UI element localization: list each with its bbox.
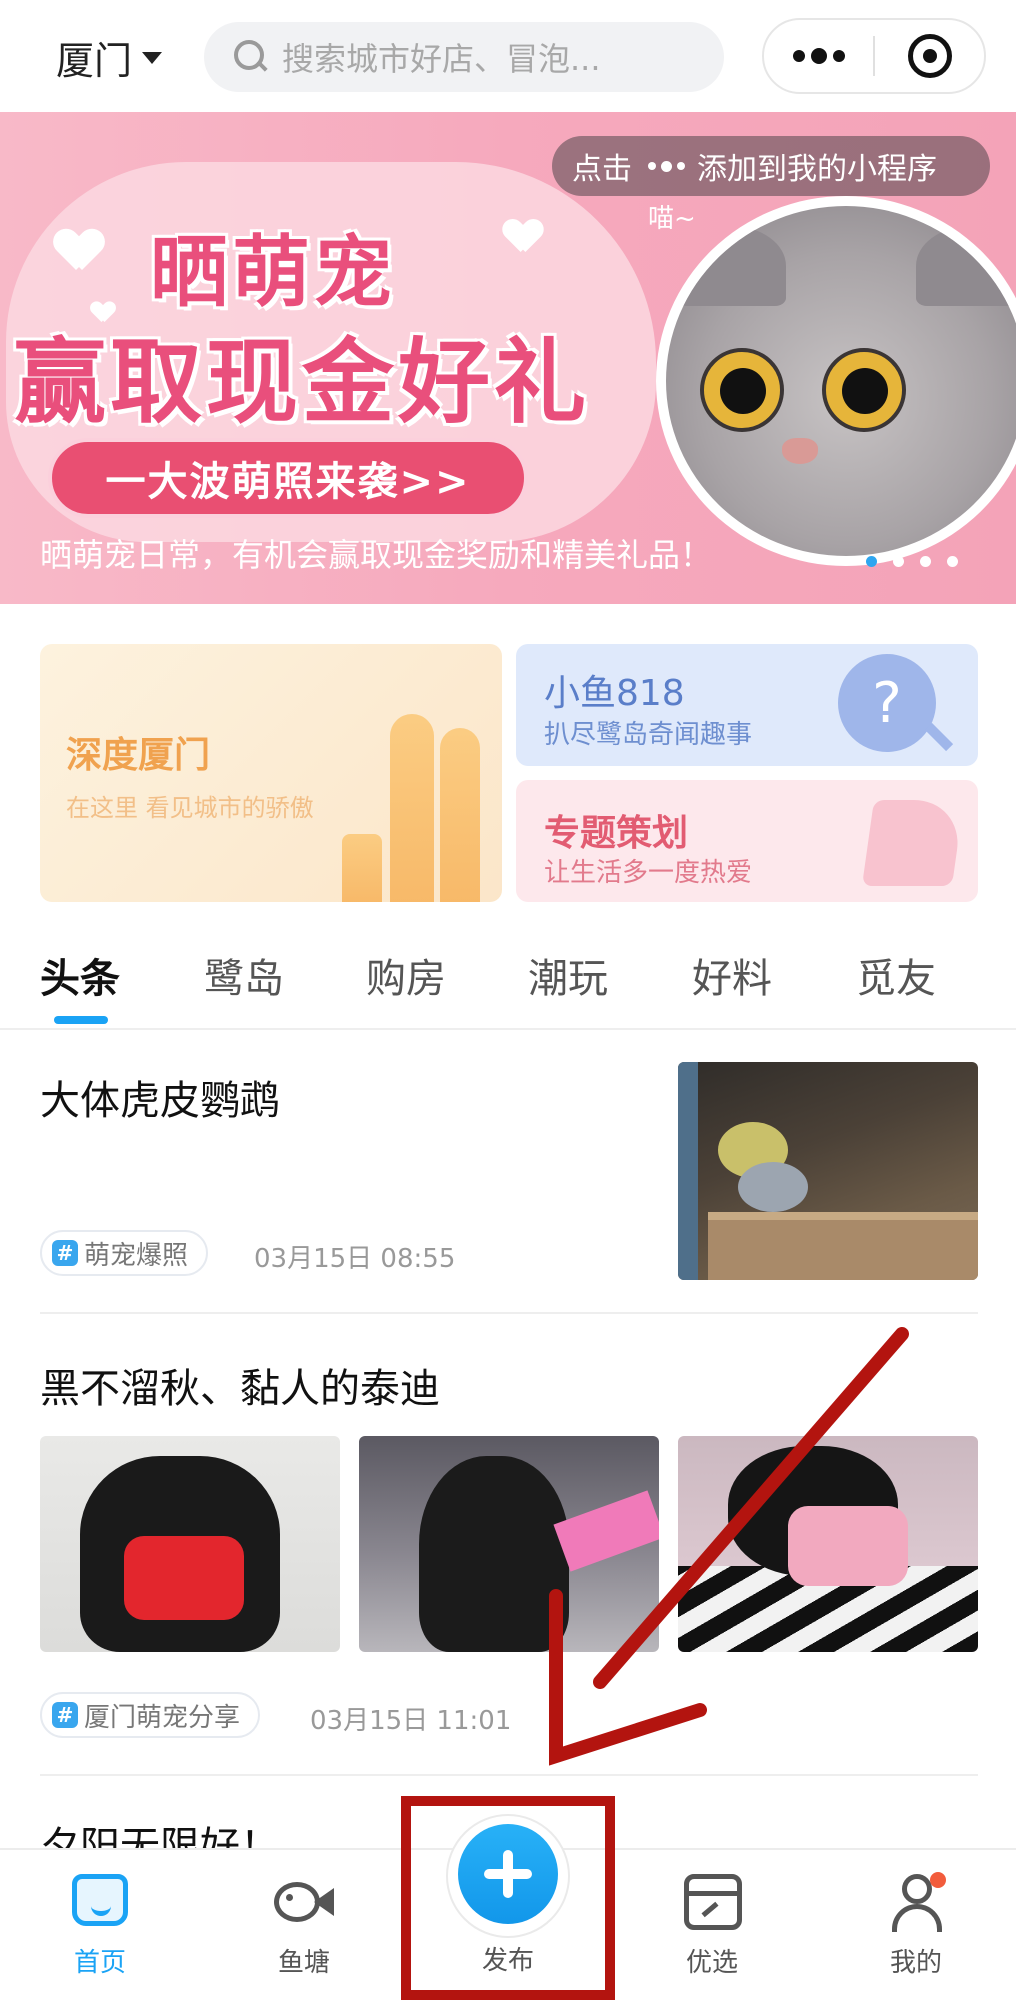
pagination-dot-active[interactable]	[866, 556, 877, 567]
card-deep-xiamen[interactable]: 深度厦门 在这里 看见城市的骄傲	[40, 644, 502, 902]
promo-banner[interactable]: 晒萌宠 赢取现金好礼 一大波萌照来袭>> 晒萌宠日常，有机会赢取现金奖励和精美礼…	[0, 112, 1016, 604]
banner-meow-text: 喵~	[648, 204, 696, 234]
tip-prefix: 点击	[572, 152, 632, 187]
card-subtitle: 扒尽鹭岛奇闻趣事	[544, 720, 753, 750]
add-to-my-programs-tip: 点击 添加到我的小程序	[552, 136, 990, 196]
banner-pagination	[866, 556, 958, 567]
more-icon[interactable]	[764, 48, 873, 64]
hashtag-icon: #	[52, 1702, 78, 1728]
tab-good-stuff[interactable]: 好料	[692, 946, 772, 1004]
topic-tag[interactable]: # 萌宠爆照	[40, 1230, 209, 1276]
notification-dot	[930, 1872, 946, 1888]
nav-fish-pond-label: 鱼塘	[277, 1948, 330, 1978]
tip-suffix: 添加到我的小程序	[697, 152, 937, 187]
building-decoration	[440, 728, 480, 902]
annotation-highlight-box	[401, 1796, 615, 2000]
post-photo[interactable]	[40, 1436, 340, 1652]
post-timestamp: 03月15日 08:55	[254, 1244, 456, 1274]
nav-home-label: 首页	[73, 1948, 126, 1978]
heart-icon	[505, 220, 542, 252]
nav-selected-label: 优选	[685, 1948, 738, 1978]
building-decoration	[342, 834, 382, 902]
pagination-dot[interactable]	[947, 556, 958, 567]
search-icon	[234, 40, 268, 74]
question-magnifier-icon: ?	[838, 654, 936, 752]
post-photo[interactable]	[359, 1436, 659, 1652]
tab-trendy-fun[interactable]: 潮玩	[528, 946, 608, 1004]
building-decoration	[390, 714, 434, 902]
active-tab-indicator	[54, 1016, 108, 1024]
post-title[interactable]: 黑不溜秋、黏人的泰迪	[40, 1356, 440, 1414]
card-subtitle: 在这里 看见城市的骄傲	[66, 794, 314, 822]
card-fish-818[interactable]: 小鱼818 扒尽鹭岛奇闻趣事 ?	[516, 644, 978, 766]
city-label: 厦门	[56, 39, 133, 83]
more-icon	[648, 160, 685, 172]
tab-egret-island[interactable]: 鹭岛	[204, 946, 284, 1004]
search-input[interactable]: 搜索城市好店、冒泡...	[204, 22, 724, 92]
post-timestamp: 03月15日 11:01	[310, 1706, 512, 1736]
hashtag-icon: #	[52, 1240, 78, 1266]
search-placeholder: 搜索城市好店、冒泡...	[282, 40, 601, 78]
banner-title-line2: 赢取现金好礼	[14, 329, 591, 436]
post-title[interactable]: 大体虎皮鹦鹉	[40, 1068, 280, 1126]
home-icon	[72, 1874, 128, 1926]
heart-icon	[56, 230, 102, 270]
box-icon	[684, 1874, 742, 1930]
feed-divider	[40, 1774, 978, 1776]
caret-down-icon	[142, 51, 163, 64]
tab-headlines[interactable]: 头条	[40, 946, 120, 1004]
close-program-icon[interactable]	[875, 34, 984, 78]
card-title: 专题策划	[544, 813, 689, 854]
card-title: 深度厦门	[66, 735, 211, 776]
mini-program-capsule	[762, 18, 986, 94]
fish-icon	[274, 1876, 336, 1926]
magnifier-handle	[924, 722, 954, 752]
card-subtitle: 让生活多一度热爱	[544, 858, 753, 888]
card-topic-planning[interactable]: 专题策划 让生活多一度热爱	[516, 780, 978, 902]
post-thumbnail[interactable]	[678, 1062, 978, 1280]
tab-house-buying[interactable]: 购房	[366, 946, 446, 1004]
pagination-dot[interactable]	[893, 556, 904, 567]
banner-caption: 晒萌宠日常，有机会赢取现金奖励和精美礼品！	[40, 536, 713, 574]
topic-tag-label: 厦门萌宠分享	[84, 1702, 241, 1733]
top-bar: 厦门 搜索城市好店、冒泡...	[0, 0, 1016, 112]
category-tabs: 头条 鹭岛 购房 潮玩 好料 觅友	[0, 936, 1016, 1030]
cat-photo	[656, 196, 1016, 566]
feed-divider	[40, 1312, 978, 1314]
city-selector[interactable]: 厦门	[56, 30, 163, 85]
topic-tag-label: 萌宠爆照	[84, 1240, 189, 1271]
banner-title-line1: 晒萌宠	[150, 228, 397, 318]
megaphone-icon	[861, 800, 965, 886]
nav-mine-label: 我的	[889, 1948, 942, 1978]
banner-cta-button[interactable]: 一大波萌照来袭>>	[48, 438, 528, 518]
pagination-dot[interactable]	[920, 556, 931, 567]
card-title: 小鱼818	[544, 673, 685, 714]
post-photo[interactable]	[678, 1436, 978, 1652]
user-icon	[892, 1872, 946, 1932]
topic-tag[interactable]: # 厦门萌宠分享	[40, 1692, 261, 1738]
tab-find-friends[interactable]: 觅友	[856, 946, 936, 1004]
